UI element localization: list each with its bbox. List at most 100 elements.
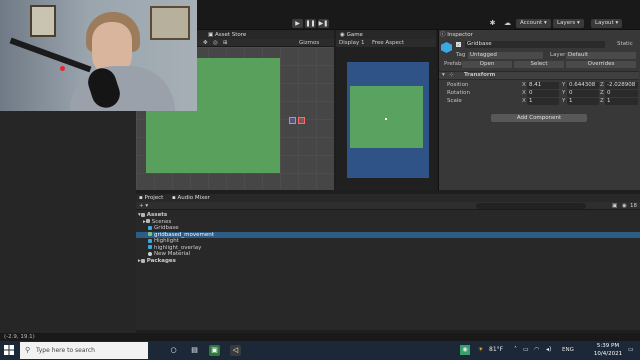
tab-asset-store-label: Asset Store: [214, 32, 247, 38]
taskbar-clock[interactable]: 5:39 PM 10/4/2021: [588, 342, 628, 358]
app-icon-green[interactable]: ▣: [209, 345, 220, 356]
layers-dropdown[interactable]: Layers ▾: [553, 19, 584, 28]
create-asset-button[interactable]: + ▾: [139, 203, 148, 210]
static-label[interactable]: Static: [617, 41, 633, 48]
collab-icon[interactable]: ✱: [488, 19, 497, 28]
prefab-label: Prefab: [444, 61, 462, 67]
tray-icon[interactable]: ▭: [523, 345, 529, 355]
y-axis-label: Y: [562, 98, 566, 104]
search-placeholder: Type here to search: [36, 347, 95, 354]
wall-picture: [150, 6, 190, 40]
tree-item-new-material[interactable]: New Material: [148, 251, 190, 258]
tab-inspector-label: Inspector: [447, 32, 473, 38]
script-icon: [148, 232, 152, 236]
move-tool-icon[interactable]: ✥: [203, 40, 208, 46]
scale-label: Scale: [447, 98, 462, 104]
project-search-input[interactable]: [476, 203, 586, 209]
layer-dropdown[interactable]: Default: [566, 52, 636, 59]
layout-dropdown[interactable]: Layout ▾: [591, 19, 623, 28]
y-axis-label: Y: [562, 90, 566, 96]
transform-expand-icon[interactable]: ▾: [442, 72, 445, 79]
object-name-field[interactable]: Gridbase: [465, 41, 605, 48]
tab-audio-mixer[interactable]: ▪ Audio Mixer: [172, 194, 210, 202]
x-axis-label: X: [522, 98, 526, 104]
prefab-select-button[interactable]: Select: [514, 61, 564, 68]
notification-icon[interactable]: ▭: [628, 345, 634, 355]
folder-icon: [140, 212, 145, 217]
webcam-overlay: [0, 0, 197, 111]
tree-item-label: Highlight: [154, 238, 179, 244]
z-axis-label: Z: [600, 90, 604, 96]
tab-asset-store[interactable]: ▣ Asset Store: [208, 31, 246, 39]
task-view-icon[interactable]: ▤: [189, 345, 200, 356]
game-grid-plane: [350, 86, 423, 148]
unity-editor-window: ▶ ❚❚ ▶❚ ✱ ☁ Account ▾ Layers ▾ Layout ▾ …: [0, 0, 640, 360]
prefab-open-button[interactable]: Open: [462, 61, 512, 68]
cloud-icon[interactable]: ☁: [503, 19, 512, 28]
scale-y-field[interactable]: 1: [567, 98, 599, 105]
position-label: Position: [447, 82, 469, 88]
folder-icon: [140, 258, 145, 263]
wall-picture: [30, 5, 56, 37]
volume-icon[interactable]: ◂): [546, 345, 551, 355]
asset-store-icon: ▣: [208, 32, 215, 38]
grid-tool-icon[interactable]: ⊞: [223, 40, 228, 46]
tree-item-label: Gridbase: [154, 225, 179, 231]
tab-project[interactable]: ▪ Project: [139, 194, 163, 202]
tree-item-label: highlight_overlay: [154, 244, 202, 251]
position-x-field[interactable]: 8.41: [527, 82, 559, 89]
layer-label: Layer: [550, 52, 566, 58]
display-dropdown[interactable]: Display 1: [339, 40, 365, 46]
unity-app-icon[interactable]: ◁: [230, 345, 241, 356]
x-axis-label: X: [522, 82, 526, 88]
tray-app-icon[interactable]: ◉: [460, 345, 470, 355]
tree-item-packages[interactable]: ▸ Packages: [138, 258, 176, 265]
pause-button[interactable]: ❚❚: [305, 19, 316, 28]
tree-item-label: Scenes: [151, 218, 172, 225]
aspect-dropdown[interactable]: Free Aspect: [372, 40, 404, 46]
asset-count: 18: [630, 203, 637, 209]
z-axis-label: Z: [600, 82, 604, 88]
transform-axes-icon: ⊹: [449, 72, 454, 78]
network-icon[interactable]: ◠: [534, 345, 539, 355]
rotation-z-field[interactable]: 0: [605, 90, 638, 97]
object-gizmo-icon[interactable]: [298, 117, 305, 124]
active-checkbox[interactable]: ✓: [456, 42, 461, 47]
scale-z-field[interactable]: 1: [605, 98, 638, 105]
prefab-icon: [148, 238, 152, 243]
gizmos-dropdown[interactable]: Gizmos: [299, 40, 319, 46]
prefab-icon: [148, 225, 152, 230]
camera-gizmo-icon[interactable]: [289, 117, 296, 124]
tab-inspector[interactable]: ⓘ Inspector: [440, 31, 473, 39]
language-indicator[interactable]: ENG: [562, 345, 574, 355]
position-z-field[interactable]: -2.028908: [605, 82, 638, 89]
folder-icon: [145, 219, 150, 223]
clock-date: 10/4/2021: [593, 351, 623, 357]
play-button[interactable]: ▶: [292, 19, 303, 28]
tag-dropdown[interactable]: Untagged: [468, 52, 543, 59]
rotation-y-field[interactable]: 0: [567, 90, 599, 97]
project-tree: [136, 210, 640, 330]
add-component-button[interactable]: Add Component: [491, 114, 587, 122]
mic-light: [60, 66, 65, 71]
transform-title: Transform: [464, 72, 496, 78]
lock-icon[interactable]: ▣: [612, 203, 617, 210]
visibility-icon[interactable]: ◉: [622, 203, 627, 210]
orbit-tool-icon[interactable]: ◎: [213, 40, 218, 46]
prefab-overrides-dropdown[interactable]: Overrides: [566, 61, 636, 68]
search-icon: ⚲: [25, 346, 31, 354]
taskbar-search-input[interactable]: Type here to search: [20, 342, 148, 359]
windows-start-icon[interactable]: [4, 345, 14, 355]
scale-x-field[interactable]: 1: [527, 98, 559, 105]
rotation-x-field[interactable]: 0: [527, 90, 559, 97]
step-button[interactable]: ▶❚: [318, 19, 329, 28]
weather-temp[interactable]: 81°F: [489, 345, 503, 355]
y-axis-label: Y: [562, 82, 566, 88]
position-y-field[interactable]: 0.644308: [567, 82, 599, 89]
weather-icon: ☀: [478, 346, 484, 353]
cortana-icon[interactable]: ○: [168, 345, 179, 356]
tab-game[interactable]: ◉ Game: [340, 31, 363, 39]
chevron-up-icon[interactable]: ˄: [514, 345, 517, 355]
status-bar: (-2.9, 19.1): [0, 333, 640, 341]
account-dropdown[interactable]: Account ▾: [516, 19, 551, 28]
